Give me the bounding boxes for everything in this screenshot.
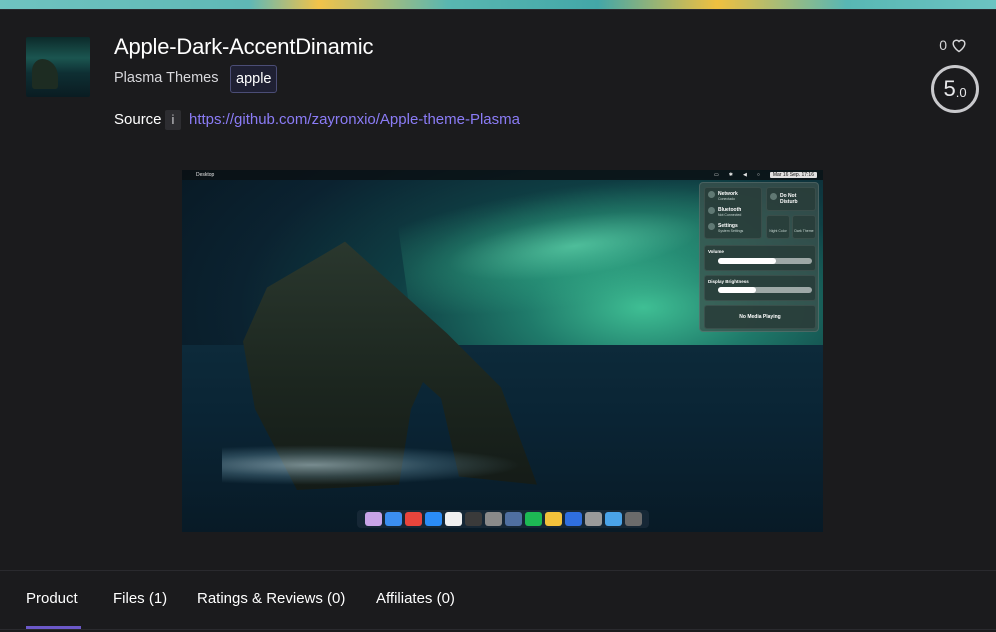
settings-sub: System Settings	[718, 229, 744, 233]
night-color-tile	[766, 215, 790, 239]
finder-icon	[384, 512, 402, 526]
volume-fill	[718, 258, 777, 264]
trash-icon	[624, 512, 642, 526]
tab-files[interactable]: Files (1)	[113, 590, 167, 607]
thumbnail-rock	[32, 59, 58, 89]
bluetooth-icon: ✱	[728, 172, 733, 178]
rating-badge: 5.0	[931, 65, 979, 113]
likes-counter[interactable]: 0	[939, 37, 968, 53]
likes-count: 0	[939, 37, 947, 53]
tag-apple[interactable]: apple	[230, 65, 278, 93]
top-banner-strip	[0, 0, 996, 9]
folder-icon	[604, 512, 622, 526]
brightness-label: Display Brightness	[708, 279, 749, 284]
preview-icon	[504, 512, 522, 526]
settings-app-icon	[484, 512, 502, 526]
control-center-panel: Network Conectado Bluetooth Not Connected …	[699, 182, 819, 332]
bottom-divider	[0, 629, 996, 630]
tabs-divider	[0, 570, 996, 571]
photos-icon	[444, 512, 462, 526]
rating-value: 5	[943, 76, 956, 101]
moon-icon	[770, 193, 777, 200]
night-color-label: Night Color	[769, 229, 787, 233]
dnd-label: Do Not Disturb	[780, 193, 798, 205]
tab-affiliates[interactable]: Affiliates (0)	[376, 590, 455, 607]
spotify-icon	[524, 512, 542, 526]
settings-icon	[708, 223, 715, 230]
textedit-icon	[564, 512, 582, 526]
network-item: Network Conectado	[708, 191, 738, 201]
dark-theme-label: Dark Theme	[794, 229, 814, 233]
dnd-item: Do Not Disturb	[770, 193, 814, 205]
heart-icon[interactable]	[950, 37, 968, 53]
menubar-app-label: Desktop	[196, 172, 215, 178]
volume-label: Volume	[708, 249, 724, 254]
tab-product[interactable]: Product	[26, 590, 78, 607]
chrome-icon	[404, 512, 422, 526]
screenshot-menubar: Desktop ▭ ✱ ◀ ○ Mar 16 Sep. 17:16	[182, 170, 823, 180]
volume-icon: ◀	[742, 172, 747, 178]
volume-slider	[718, 258, 812, 264]
menubar-clock: Mar 16 Sep. 17:16	[769, 172, 817, 178]
rating-decimal: .0	[955, 85, 967, 100]
app-store-icon	[424, 512, 442, 526]
settings-item: Settings System Settings	[708, 223, 743, 233]
menubar-tray: ▭ ✱ ◀ ○ Mar 16 Sep. 17:16	[714, 172, 817, 178]
bluetooth-item: Bluetooth Not Connected	[708, 207, 741, 217]
brightness-slider	[718, 287, 812, 293]
source-label: Source	[114, 111, 162, 128]
info-button[interactable]: i	[165, 110, 181, 130]
product-category[interactable]: Plasma Themes	[114, 70, 219, 86]
bluetooth-status: Not Connected	[718, 213, 742, 217]
product-thumbnail[interactable]	[26, 37, 90, 97]
media-label: No Media Playing	[739, 314, 781, 320]
notes-icon	[584, 512, 602, 526]
wifi-icon	[708, 191, 715, 198]
network-status: Conectado	[718, 197, 735, 201]
terminal-icon	[464, 512, 482, 526]
sea-foam	[222, 445, 522, 485]
brightness-fill	[718, 287, 756, 293]
screenshot-dock	[357, 510, 649, 528]
product-screenshot[interactable]: Desktop ▭ ✱ ◀ ○ Mar 16 Sep. 17:16 Networ…	[182, 170, 823, 532]
launchpad-icon	[364, 512, 382, 526]
search-icon: ○	[756, 172, 760, 178]
battery-icon: ▭	[714, 172, 719, 178]
sketch-icon	[544, 512, 562, 526]
source-link[interactable]: https://github.com/zayronxio/Apple-theme…	[189, 111, 520, 128]
tab-ratings-reviews[interactable]: Ratings & Reviews (0)	[197, 590, 345, 607]
product-title: Apple-Dark-AccentDinamic	[114, 34, 374, 59]
bluetooth-icon	[708, 207, 715, 214]
dark-theme-tile	[792, 215, 816, 239]
